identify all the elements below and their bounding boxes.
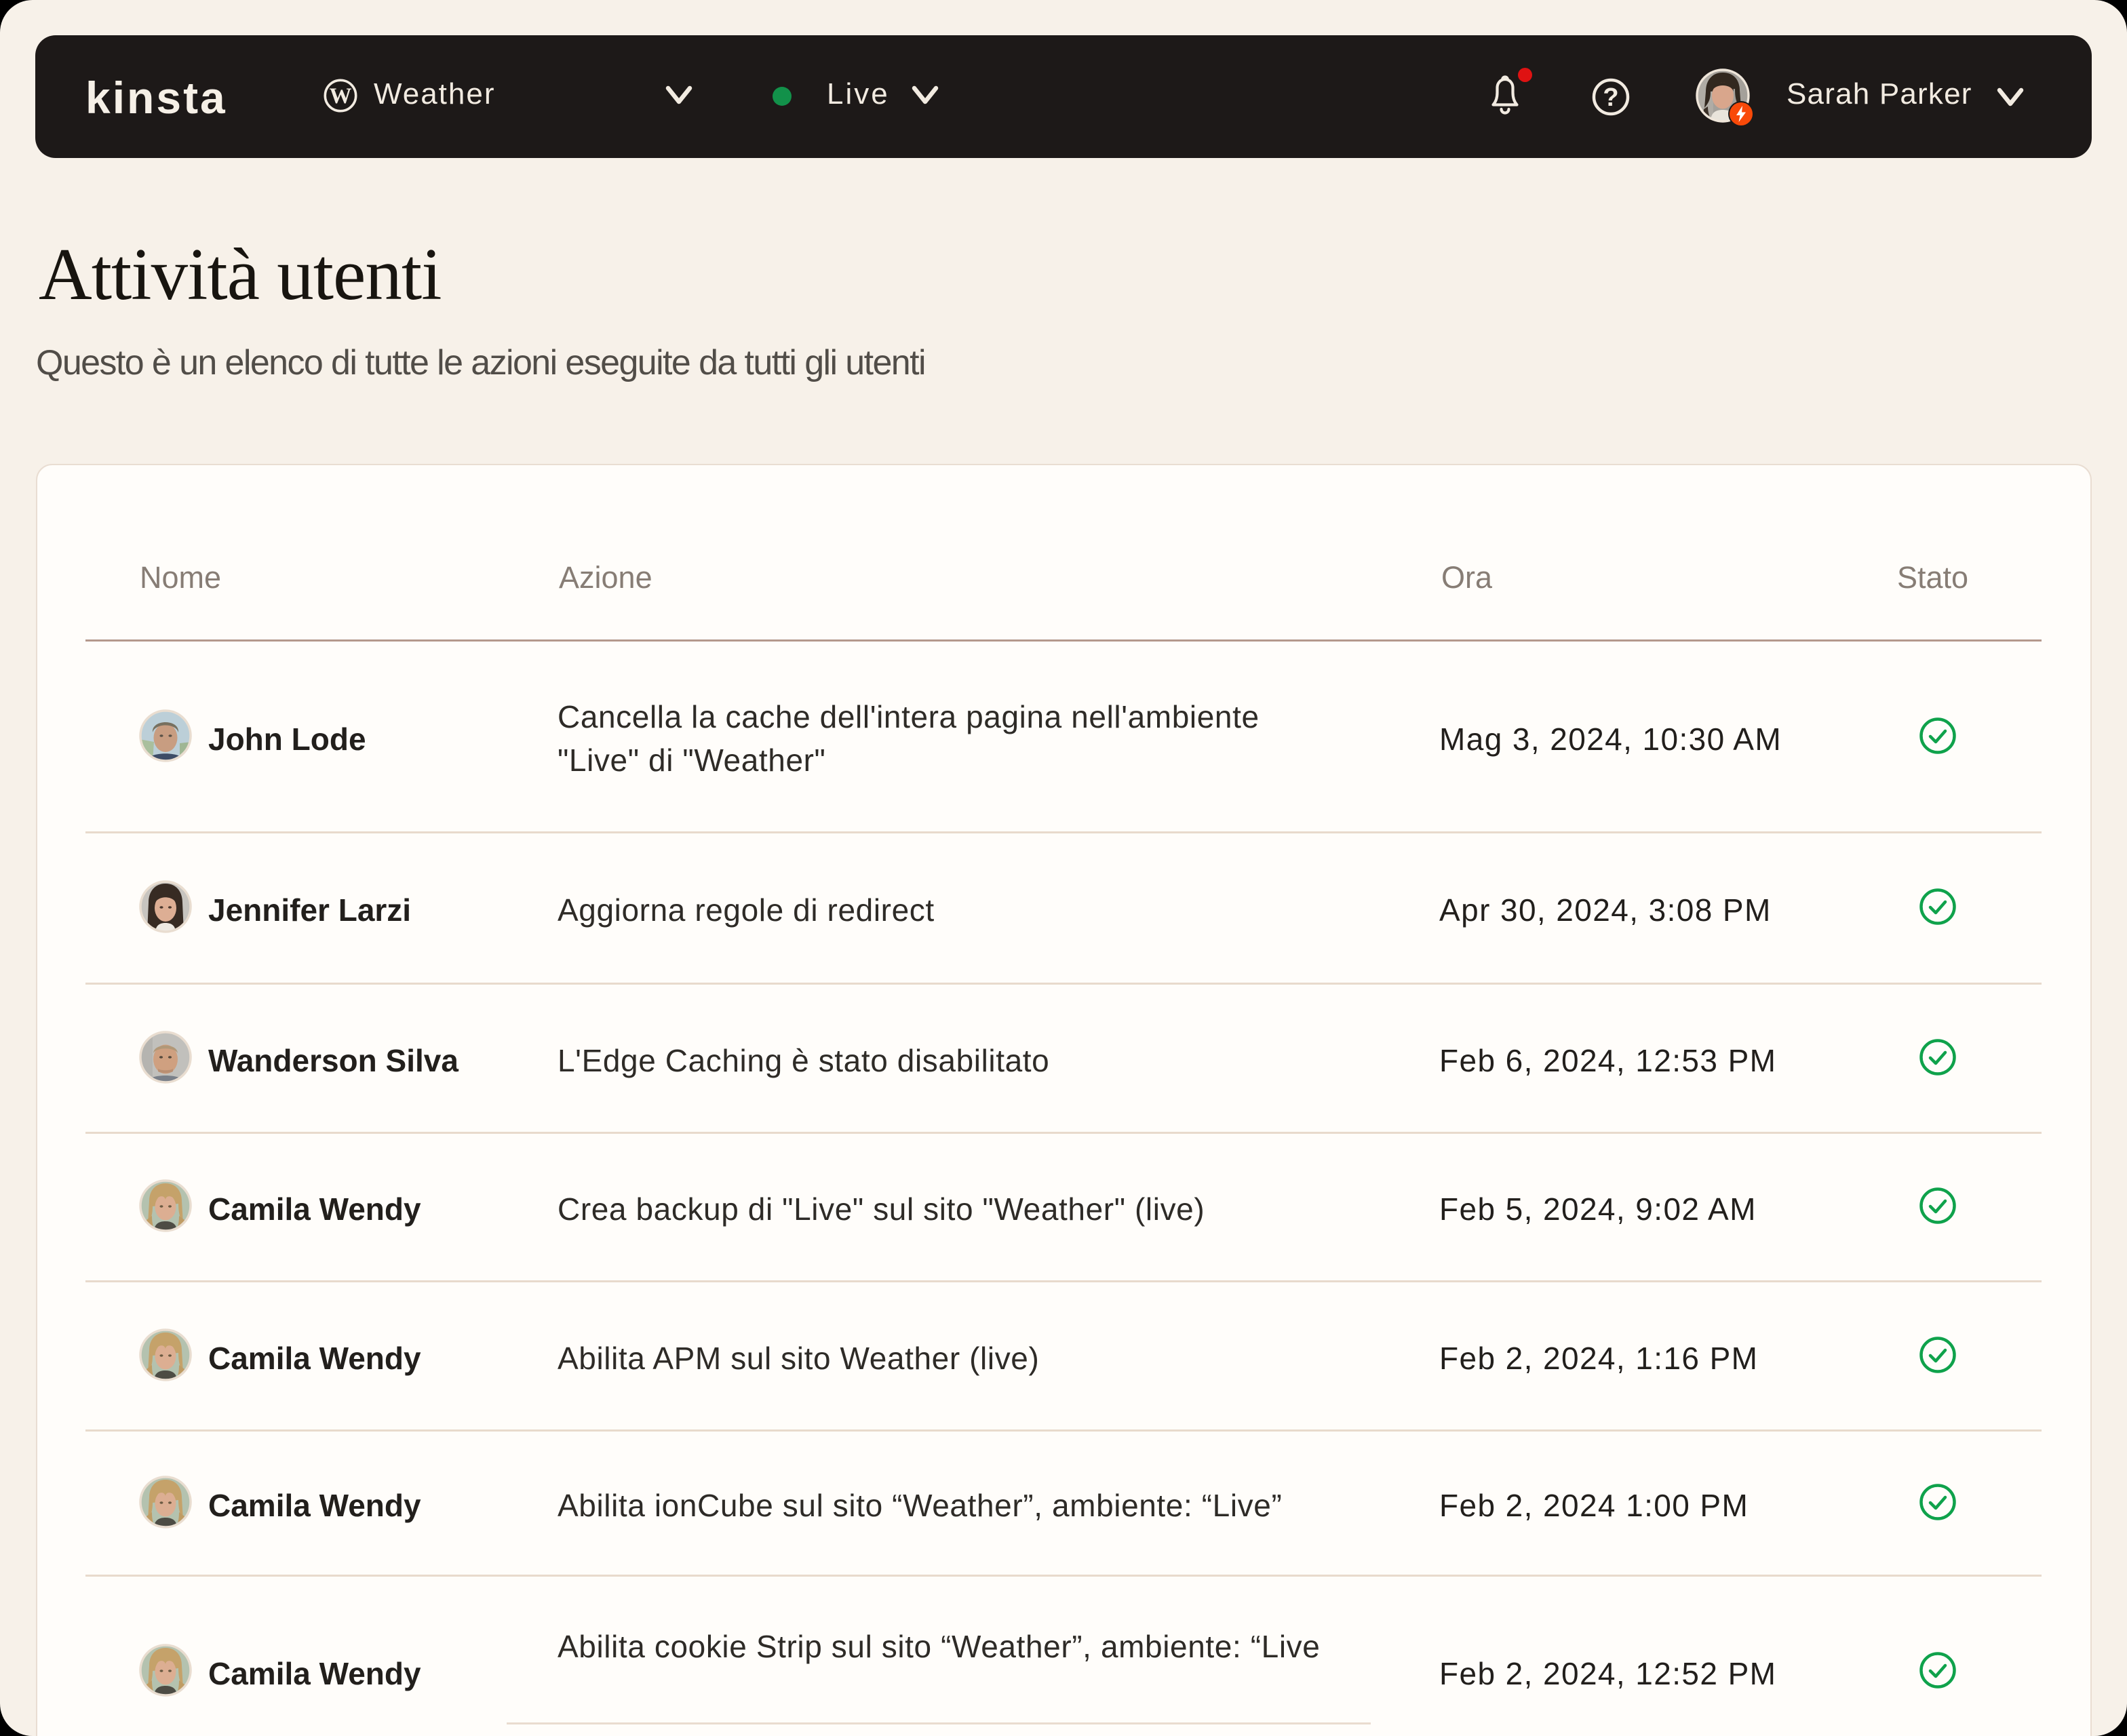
svg-text:?: ? bbox=[1603, 83, 1618, 112]
svg-text:W: W bbox=[330, 84, 352, 108]
